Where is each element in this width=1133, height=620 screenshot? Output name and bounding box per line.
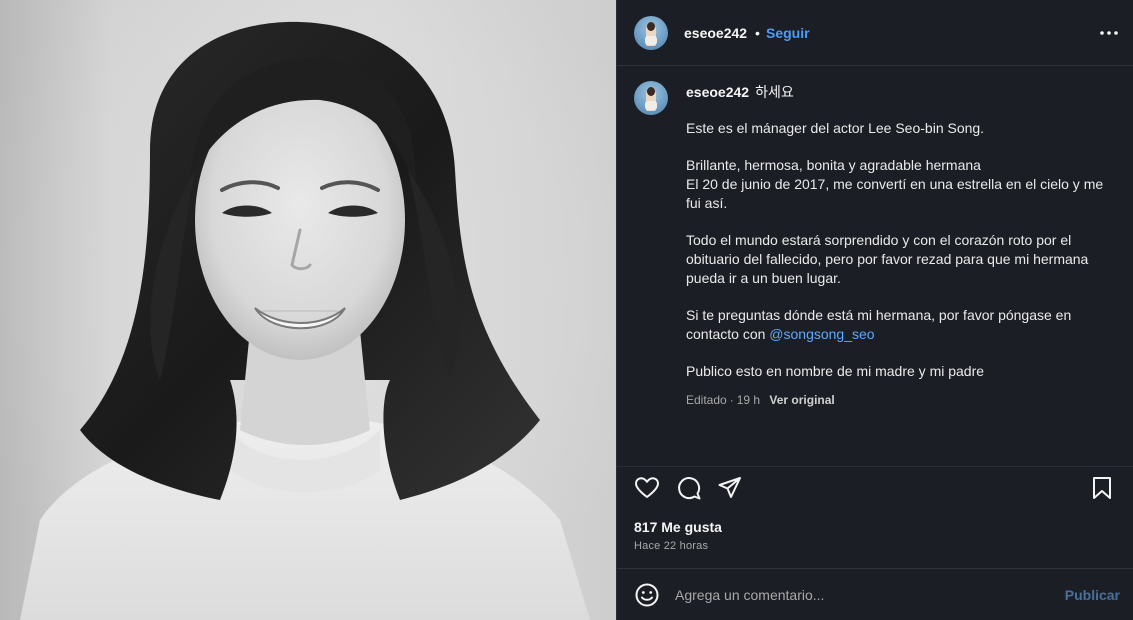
caption-paragraph: Brillante, hermosa, bonita y agradable h… [686, 157, 1104, 211]
post-details-panel: eseoe242 • Seguir eseoe242 하세요 Este es el… [616, 0, 1133, 620]
bookmark-icon[interactable] [1089, 475, 1115, 501]
instagram-post: eseoe242 • Seguir eseoe242 하세요 Este es el… [0, 0, 1133, 620]
heart-icon[interactable] [634, 475, 660, 501]
portrait-image [0, 0, 616, 620]
caption-greeting: 하세요 [755, 84, 794, 100]
comment-input[interactable] [675, 583, 1045, 607]
caption-paragraph: Publico esto en nombre de mi madre y mi … [686, 363, 985, 379]
header-separator: • [755, 25, 760, 41]
caption-paragraph: Este es el mánager del actor Lee Seo-bin… [686, 120, 985, 136]
post-header: eseoe242 • Seguir [617, 0, 1133, 66]
author-avatar[interactable] [634, 16, 668, 50]
emoji-icon[interactable] [634, 582, 660, 608]
mention-link[interactable]: @songsong_seo [769, 326, 874, 342]
caption-age: 19 h [736, 393, 761, 407]
comment-icon[interactable] [676, 475, 702, 501]
more-options-icon[interactable] [1098, 22, 1120, 44]
caption-avatar[interactable] [634, 81, 668, 115]
see-original-link[interactable]: Ver original [769, 393, 834, 407]
caption-meta: Editado · 19 h Ver original [686, 393, 835, 407]
caption-first-line: eseoe242 하세요 [686, 83, 1106, 101]
post-photo[interactable] [0, 0, 616, 620]
caption-body: Este es el mánager del actor Lee Seo-bin… [686, 119, 1106, 381]
follow-button[interactable]: Seguir [766, 25, 810, 41]
caption-username[interactable]: eseoe242 [686, 84, 749, 100]
post-actions [617, 466, 1133, 510]
like-count[interactable]: 817 Me gusta [634, 519, 722, 535]
comment-box: Publicar [617, 568, 1133, 620]
caption-paragraph: Si te preguntas dónde está mi hermana, p… [686, 307, 1072, 342]
post-timestamp: Hace 22 horas [634, 540, 709, 552]
post-caption: eseoe242 하세요 Este es el mánager del actor… [686, 83, 1106, 407]
share-icon[interactable] [717, 475, 743, 501]
publish-button[interactable]: Publicar [1065, 587, 1120, 603]
author-username[interactable]: eseoe242 [684, 25, 747, 41]
caption-paragraph: Todo el mundo estará sorprendido y con e… [686, 232, 1089, 286]
edited-label: Editado [686, 393, 727, 407]
